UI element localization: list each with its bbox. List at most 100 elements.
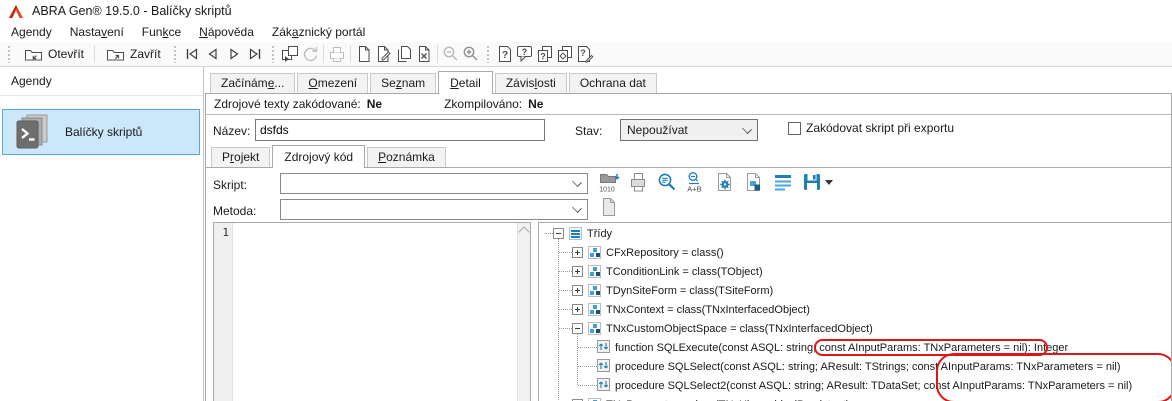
help-bubble-icon[interactable]: ? — [515, 44, 535, 64]
close-folder-icon — [105, 44, 125, 64]
tree-row-class[interactable]: TNxCustomObjectSpace = class(TNxInterfac… — [539, 319, 1171, 338]
scroll-up-icon[interactable] — [518, 226, 529, 237]
source-tree-panel[interactable]: Třídy CFxRepository = class() TCondition… — [538, 222, 1171, 401]
refresh-icon[interactable] — [300, 44, 320, 64]
encode-on-export-checkbox[interactable]: Zakódovat skript při exportu — [788, 121, 954, 135]
menu-zakaznicky-portal[interactable]: Zákaznický portál — [263, 23, 374, 41]
tab-projekt[interactable]: Projekt — [211, 147, 270, 167]
tree-row-class[interactable]: TNxContext = class(TNxInterfacedObject) — [539, 300, 1171, 319]
help-edit-icon[interactable]: ? — [575, 44, 595, 64]
checkbox-box[interactable] — [788, 122, 801, 135]
expand-icon[interactable] — [572, 285, 583, 296]
toolbar-grip[interactable] — [271, 45, 275, 63]
open-button[interactable]: Otevřít — [16, 42, 91, 66]
annotated-param: const AInputParams: TNxParameters = nil) — [924, 380, 1133, 392]
tree-stub — [559, 252, 572, 253]
name-input[interactable] — [255, 119, 545, 141]
agenda-tabstrip: Začínáme... Omezení Seznam Detail Závisl… — [205, 70, 1172, 94]
annotated-param: const AInputParams: TNxParameters = nil)… — [819, 342, 1034, 354]
nav-last-icon[interactable] — [247, 46, 264, 63]
format-page-icon[interactable] — [743, 171, 765, 193]
expand-icon[interactable] — [572, 247, 583, 258]
expand-icon[interactable] — [572, 304, 583, 315]
tab-detail[interactable]: Detail — [438, 71, 493, 94]
blank-page-icon[interactable] — [598, 196, 620, 218]
code-editor[interactable]: 1 — [213, 222, 531, 401]
class-icon — [588, 303, 601, 316]
menu-nastaveni[interactable]: Nastavení — [61, 23, 133, 41]
tree-stub — [559, 309, 572, 310]
script-package-icon — [13, 113, 53, 151]
tab-omezeni[interactable]: Omezení — [297, 73, 368, 93]
tree-stub — [559, 290, 572, 291]
tree-stub — [559, 271, 572, 272]
svg-text:?: ? — [521, 47, 527, 57]
save-dropdown-icon[interactable] — [825, 180, 833, 185]
close-button[interactable]: Zavřít — [98, 42, 168, 66]
method-select[interactable] — [280, 199, 588, 220]
tab-poznamka[interactable]: Poznámka — [367, 147, 446, 167]
expand-icon[interactable] — [572, 266, 583, 277]
import-1010-icon[interactable]: 1010 — [598, 171, 620, 193]
related-pages-icon[interactable] — [555, 44, 575, 64]
tree-row-method[interactable]: procedure SQLSelect(const ASQL: string; … — [539, 357, 1171, 376]
nav-next-icon[interactable] — [226, 46, 243, 63]
search-source-icon[interactable] — [656, 171, 678, 193]
tree-row-label: TConditionLink = class(TObject) — [606, 266, 763, 278]
delete-record-icon[interactable] — [414, 44, 434, 64]
copy-record-icon[interactable] — [394, 44, 414, 64]
class-icon — [588, 322, 601, 335]
new-record-icon[interactable] — [354, 44, 374, 64]
toolbar-grip[interactable] — [7, 45, 11, 63]
window-switch-icon[interactable] — [280, 44, 300, 64]
tab-zavislosti[interactable]: Závislosti — [495, 73, 567, 93]
gear-page-icon[interactable] — [714, 171, 736, 193]
nav-first-icon[interactable] — [184, 46, 201, 63]
annotated-param: const AInputParams: TNxParameters = nil) — [912, 361, 1121, 373]
list-view-icon[interactable] — [772, 171, 794, 193]
tab-seznam[interactable]: Seznam — [370, 73, 436, 93]
checkbox-label: Zakódovat skript při exportu — [806, 121, 954, 135]
collapse-icon[interactable] — [572, 323, 583, 334]
menu-agendy[interactable]: Agendy — [2, 23, 61, 41]
tab-ochrana-dat[interactable]: Ochrana dat — [569, 73, 657, 93]
save-button[interactable] — [801, 171, 833, 193]
sidebar-item-balicky-skriptu[interactable]: Balíčky skriptů — [2, 109, 200, 155]
find-replace-icon[interactable]: A+B — [685, 171, 707, 193]
collapse-icon[interactable] — [553, 228, 564, 239]
main-toolbar: Otevřít Zavřít ? ? ? ? — [0, 42, 1172, 67]
editor-scrollbar[interactable] — [517, 223, 530, 401]
tree-row-method[interactable]: procedure SQLSelect2(const ASQL: string;… — [539, 376, 1171, 395]
toolbar-grip[interactable] — [173, 45, 177, 63]
toolbar-grip[interactable] — [486, 45, 490, 63]
tree-row-method[interactable]: function SQLExecute(const ASQL: string; … — [539, 338, 1171, 357]
line-number-gutter: 1 — [214, 223, 233, 401]
zoom-in-icon[interactable] — [461, 44, 481, 64]
sidebar-item-label: Balíčky skriptů — [65, 125, 142, 139]
tree-row-class[interactable]: TDynSiteForm = class(TSiteForm) — [539, 281, 1171, 300]
chevron-down-icon — [572, 177, 582, 187]
help-icon[interactable]: ? — [495, 44, 515, 64]
close-button-label: Zavřít — [130, 47, 161, 61]
line-number: 1 — [222, 226, 229, 239]
tree-row-class[interactable]: CFxRepository = class() — [539, 243, 1171, 262]
tab-zdrojovy-kod[interactable]: Zdrojový kód — [272, 145, 365, 168]
nav-prev-icon[interactable] — [205, 46, 222, 63]
tree-row-class[interactable]: TNxParameter = class(TNxHierarchicalPers… — [539, 395, 1171, 401]
svg-text:1010: 1010 — [599, 187, 615, 194]
tree-row-tridy[interactable]: Třídy — [539, 224, 1171, 243]
tree-row-class[interactable]: TConditionLink = class(TObject) — [539, 262, 1171, 281]
state-label: Stav: — [575, 124, 602, 138]
menu-funkce[interactable]: Funkce — [133, 23, 190, 41]
edit-record-icon[interactable] — [374, 44, 394, 64]
tree-stub — [578, 385, 597, 386]
print-preview-icon[interactable] — [627, 171, 649, 193]
menu-napoveda[interactable]: Nápověda — [190, 23, 263, 41]
print-icon[interactable] — [327, 44, 347, 64]
state-select[interactable]: Nepoužívat — [620, 119, 758, 141]
script-select[interactable] — [280, 173, 588, 194]
zoom-out-icon[interactable] — [441, 44, 461, 64]
tab-zaciname[interactable]: Začínáme... — [210, 73, 295, 93]
name-label: Název: — [213, 124, 250, 138]
help-pages-icon[interactable]: ? — [535, 44, 555, 64]
